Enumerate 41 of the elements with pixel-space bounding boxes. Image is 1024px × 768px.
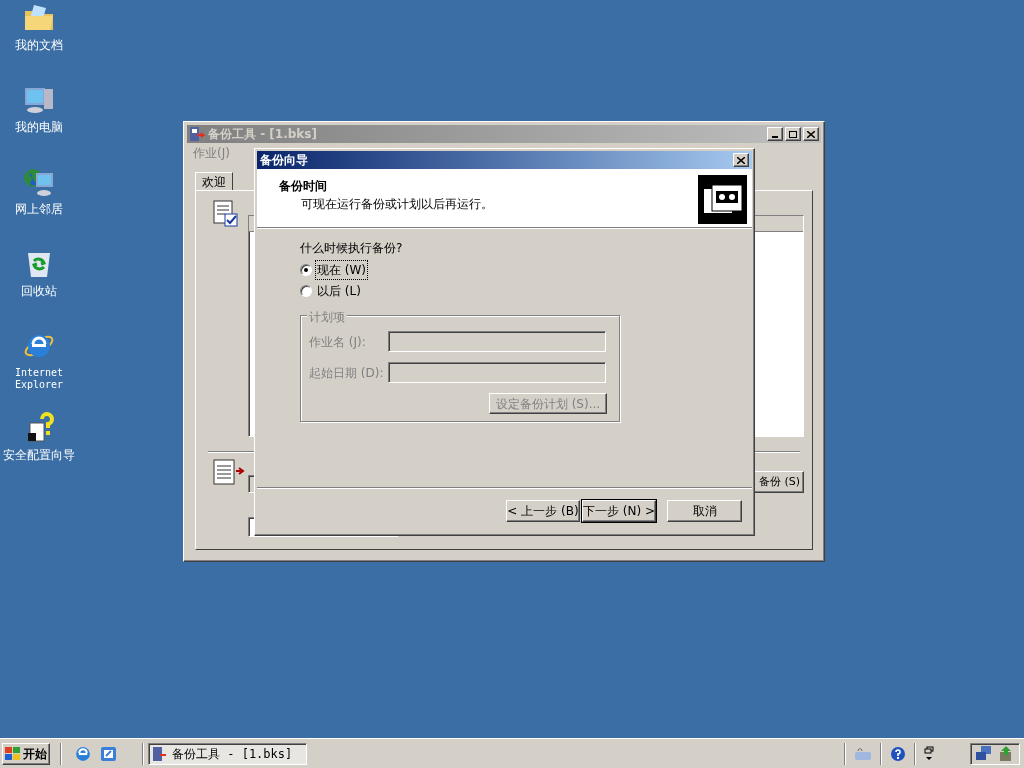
desktop-icon-label[interactable]: 我的文档 <box>15 39 63 51</box>
backup-app-icon <box>189 126 205 142</box>
close-icon <box>807 130 815 138</box>
maximize-button[interactable] <box>785 127 801 141</box>
windows-logo-icon <box>5 746 21 761</box>
taskbar-button[interactable]: 备份工具 - [1.bks] <box>148 742 307 765</box>
desktop-shortcut-icon[interactable] <box>100 744 118 763</box>
radio-label[interactable]: 以后 (L) <box>316 282 362 300</box>
browser-icon[interactable] <box>74 744 92 763</box>
next-button[interactable]: 下一步 (N) > <box>582 500 656 522</box>
restore-down-icon[interactable] <box>924 745 934 762</box>
field-label: 作业名 (J): <box>309 333 367 351</box>
help-icon[interactable] <box>890 745 906 762</box>
desktop-icon-label[interactable]: 回收站 <box>21 285 57 297</box>
close-icon <box>737 156 745 164</box>
back-button[interactable]: < 上一步 (B) <box>506 500 580 522</box>
tape-cassette-icon <box>698 175 747 224</box>
radio-button[interactable] <box>300 285 312 297</box>
cancel-button[interactable]: 取消 <box>667 500 742 522</box>
header-title: 备份时间 <box>279 178 328 195</box>
close-button[interactable] <box>803 127 819 141</box>
close-button[interactable] <box>733 153 749 167</box>
checklist-icon <box>213 200 239 228</box>
desktop-icon-label[interactable]: 我的电脑 <box>15 121 63 133</box>
radio-button[interactable] <box>300 264 312 276</box>
desktop-icon-label[interactable]: 安全配置向导 <box>3 449 75 461</box>
question-label: 什么时候执行备份? <box>300 240 404 257</box>
group-title: 计划项 <box>307 308 347 326</box>
start-button[interactable]: 开始 <box>2 742 50 765</box>
desktop-icon-label[interactable]: Internet Explorer <box>9 367 69 391</box>
dialog-title: 备份向导 <box>260 152 308 169</box>
radio-label[interactable]: 现在 (W) <box>316 261 368 279</box>
tab[interactable]: 欢迎 <box>195 172 233 190</box>
window-title: 备份工具 - [1.bks] <box>208 126 317 143</box>
minimize-button[interactable] <box>767 127 783 141</box>
field-label: 起始日期 (D): <box>309 364 385 382</box>
document-arrow-icon <box>213 459 247 487</box>
desktop-icon-label[interactable]: 网上邻居 <box>15 203 63 215</box>
backup-app-icon <box>152 745 168 762</box>
maximize-icon <box>789 130 797 138</box>
header-subtitle: 可现在运行备份或计划以后再运行。 <box>301 196 493 213</box>
